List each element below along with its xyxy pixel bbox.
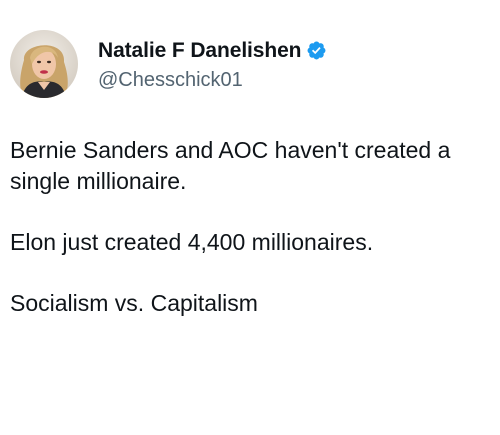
display-name[interactable]: Natalie F Danelishen <box>98 39 302 63</box>
verified-badge-icon <box>306 40 327 61</box>
author-info: Natalie F Danelishen @Chesschick01 <box>98 37 327 92</box>
tweet-paragraph: Elon just created 4,400 millionaires. <box>10 229 374 255</box>
tweet-text: Bernie Sanders and AOC haven't created a… <box>10 135 495 319</box>
tweet-card: Natalie F Danelishen @Chesschick01 Berni… <box>0 0 500 435</box>
user-handle[interactable]: @Chesschick01 <box>98 69 327 92</box>
tweet-paragraph: Bernie Sanders and AOC haven't created a… <box>10 137 451 194</box>
tweet-paragraph: Socialism vs. Capitalism <box>10 290 258 316</box>
name-row: Natalie F Danelishen <box>98 37 327 65</box>
tweet-header: Natalie F Danelishen @Chesschick01 <box>10 30 327 98</box>
avatar[interactable] <box>10 30 78 98</box>
profile-photo-icon <box>10 30 78 98</box>
